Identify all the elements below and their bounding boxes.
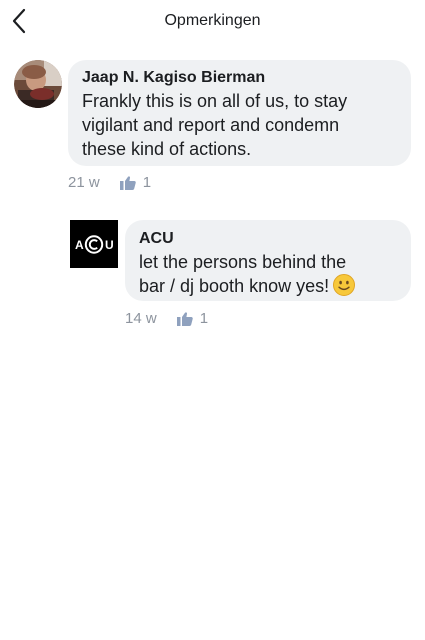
avatar[interactable]: A U bbox=[70, 220, 118, 268]
comment-author[interactable]: Jaap N. Kagiso Bierman bbox=[82, 69, 397, 87]
comment-text-line: these kind of actions. bbox=[82, 139, 252, 159]
comment-bubble[interactable]: ACU let the persons behind the bar / dj … bbox=[125, 220, 411, 301]
profile-photo-avatar bbox=[14, 60, 62, 108]
top-bar: Opmerkingen bbox=[0, 0, 425, 44]
slightly-smiling-face-icon bbox=[333, 274, 356, 296]
comment-meta: 21 w 1 bbox=[68, 174, 151, 191]
svg-text:U: U bbox=[105, 238, 114, 252]
comment-text-line: bar / dj booth know yes! bbox=[139, 274, 397, 298]
comment-text-line: Frankly this is on all of us, to stay bbox=[82, 91, 348, 111]
comment-bubble[interactable]: Jaap N. Kagiso Bierman Frankly this is o… bbox=[68, 60, 411, 166]
comments-screen: Opmerkingen Jaap N. Kagiso Bierman Frank… bbox=[0, 0, 425, 640]
comment-text-segment: bar / dj booth know yes! bbox=[139, 276, 330, 296]
comment-text-line: vigilant and report and condemn bbox=[82, 115, 340, 135]
like-count: 1 bbox=[199, 310, 209, 327]
acu-logo: A U bbox=[70, 220, 118, 268]
comment-author[interactable]: ACU bbox=[139, 230, 397, 248]
like-count: 1 bbox=[142, 174, 152, 191]
page-title: Opmerkingen bbox=[164, 12, 261, 29]
comment-timestamp[interactable]: 14 w bbox=[125, 310, 157, 327]
thumbs-up-icon[interactable] bbox=[119, 175, 136, 190]
comment-timestamp[interactable]: 21 w bbox=[68, 174, 100, 191]
comment-meta: 14 w 1 bbox=[125, 310, 208, 327]
thumbs-up-icon[interactable] bbox=[176, 311, 193, 326]
avatar[interactable] bbox=[14, 60, 62, 108]
comment-text-line: let the persons behind the bbox=[139, 252, 347, 272]
comment-text: let the persons behind the bar / dj boot… bbox=[139, 250, 397, 298]
comment-text: Frankly this is on all of us, to stay vi… bbox=[82, 89, 397, 161]
svg-text:A: A bbox=[75, 238, 84, 252]
